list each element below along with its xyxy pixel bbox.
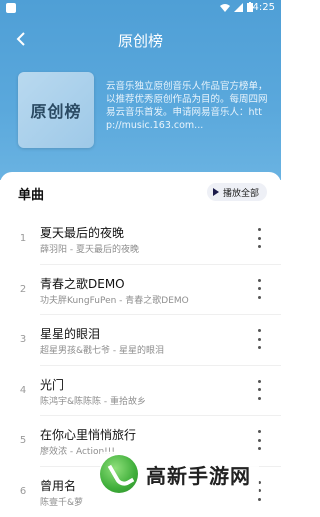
song-number: 2 (18, 284, 28, 295)
signal-icon (234, 3, 243, 12)
more-options-icon[interactable] (255, 228, 263, 248)
song-subtitle: 陈壹千&萝 (40, 495, 83, 508)
song-subtitle: 功夫胖KungFuPen - 青春之歌DEMO (40, 293, 189, 306)
song-title: 星星的眼泪 (40, 325, 100, 342)
watermark-logo-icon (100, 455, 138, 493)
song-number: 5 (18, 435, 28, 446)
song-title: 在你心里悄悄旅行 (40, 426, 136, 443)
more-options-icon[interactable] (255, 430, 263, 450)
song-title: 曾用名 (40, 477, 76, 494)
more-options-icon[interactable] (255, 329, 263, 349)
song-row[interactable]: 3 星星的眼泪 超星男孩&戳七爷 - 星星的眼泪 (0, 315, 281, 366)
song-number: 3 (18, 334, 28, 345)
more-options-icon[interactable] (255, 279, 263, 299)
song-list-panel: 单曲 播放全部 1 夏天最后的夜晚 薛羽阳 - 夏天最后的夜晚 2 青春之歌DE… (0, 172, 281, 500)
app-notification-icon (6, 3, 16, 13)
watermark-text: 高新手游网 (146, 460, 251, 489)
chart-cover-image: 原创榜 (18, 72, 94, 148)
song-row[interactable]: 4 光门 陈鸿宇&陈陈陈 - 重拾故乡 (0, 366, 281, 417)
play-all-label: 播放全部 (223, 186, 259, 199)
song-subtitle: 陈鸿宇&陈陈陈 - 重拾故乡 (40, 394, 146, 407)
song-number: 4 (18, 385, 28, 396)
cover-label: 原创榜 (30, 98, 81, 122)
more-options-icon[interactable] (255, 380, 263, 400)
song-title: 青春之歌DEMO (40, 275, 125, 292)
watermark: 高新手游网 (100, 452, 259, 496)
play-icon (213, 188, 219, 196)
status-bar: 4:25 (0, 0, 281, 16)
section-title: 单曲 (18, 184, 44, 203)
song-title: 光门 (40, 376, 64, 393)
song-row[interactable]: 1 夏天最后的夜晚 薛羽阳 - 夏天最后的夜晚 (0, 214, 281, 265)
song-subtitle: 超星男孩&戳七爷 - 星星的眼泪 (40, 343, 164, 356)
chart-description[interactable]: 云音乐独立原创音乐人作品官方榜单，以推荐优秀原创作品为目的。每周四网易云音乐首发… (106, 80, 272, 132)
play-all-button[interactable]: 播放全部 (207, 183, 267, 201)
top-bar: 原创榜 (0, 22, 281, 58)
song-number: 1 (18, 233, 28, 244)
page-title: 原创榜 (0, 30, 281, 51)
song-title: 夏天最后的夜晚 (40, 224, 124, 241)
status-icons (220, 2, 253, 12)
status-time: 4:25 (253, 2, 275, 13)
song-list-header: 单曲 播放全部 (0, 172, 281, 212)
song-number: 6 (18, 486, 28, 497)
song-row[interactable]: 2 青春之歌DEMO 功夫胖KungFuPen - 青春之歌DEMO (0, 265, 281, 316)
song-subtitle: 薛羽阳 - 夏天最后的夜晚 (40, 242, 139, 255)
wifi-icon (220, 3, 230, 12)
